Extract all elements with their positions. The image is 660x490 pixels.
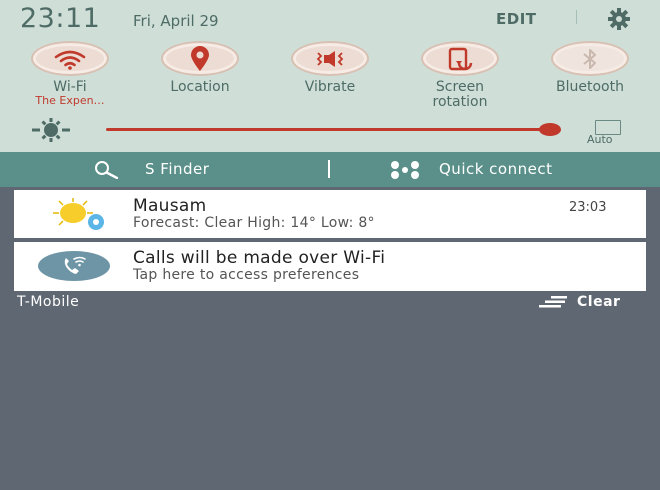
toggle-bluetooth[interactable]: Bluetooth (532, 41, 648, 95)
notification-text: Forecast: Clear High: 14° Low: 8° (133, 215, 375, 231)
weather-sun-icon (53, 198, 104, 230)
notification-text: Tap here to access preferences (133, 267, 360, 283)
clear-button[interactable]: Clear (537, 294, 620, 310)
status-date: Fri, April 29 (133, 12, 219, 30)
toggle-location-button[interactable] (161, 41, 239, 76)
notification-title: Calls will be made over Wi-Fi (133, 248, 386, 268)
toggle-location[interactable]: Location (142, 41, 258, 95)
toggle-wifi[interactable]: Wi-Fi The Expen… (12, 41, 128, 107)
toggle-wifi-label: Wi-Fi (53, 79, 87, 95)
clear-label: Clear (577, 294, 621, 310)
toggle-vibrate-label: Vibrate (304, 79, 356, 95)
toggle-vibrate-button[interactable] (291, 41, 369, 76)
search-bar: S Finder Quick connect (0, 152, 660, 187)
notification-time: 23:03 (569, 200, 607, 215)
clear-all-icon (539, 296, 567, 308)
status-time: 23:11 (20, 3, 101, 34)
gear-icon[interactable] (599, 7, 639, 31)
auto-brightness-label: Auto (587, 133, 613, 146)
notification-wifi-calling[interactable]: Calls will be made over Wi-Fi Tap here t… (14, 242, 646, 291)
brightness-slider[interactable] (106, 128, 550, 131)
vibrate-icon (316, 50, 344, 67)
search-bar-divider (328, 160, 330, 178)
screen-rotation-icon (448, 47, 473, 70)
toggle-wifi-button[interactable] (31, 41, 109, 76)
header-divider (576, 10, 577, 24)
bluetooth-icon (583, 48, 596, 69)
s-finder-button[interactable]: S Finder (145, 160, 209, 178)
toggle-screen-rotation-label: Screen rotation (432, 79, 488, 110)
wifi-calling-icon (38, 251, 110, 281)
notification-mausam[interactable]: Mausam Forecast: Clear High: 14° Low: 8°… (14, 190, 646, 238)
edit-button[interactable]: EDIT (496, 10, 537, 28)
quick-connect-button[interactable]: Quick connect (439, 160, 552, 178)
brightness-icon (32, 118, 70, 142)
notification-title: Mausam (133, 196, 207, 216)
toggle-wifi-network: The Expen… (35, 94, 105, 107)
toggle-bluetooth-button[interactable] (551, 41, 629, 76)
toggle-screen-rotation-button[interactable] (421, 41, 499, 76)
carrier-label: T-Mobile (17, 294, 80, 310)
quick-settings-panel: 23:11 Fri, April 29 EDIT Wi-Fi The Expen… (0, 0, 660, 152)
brightness-slider-thumb[interactable] (539, 123, 561, 136)
toggle-screen-rotation[interactable]: Screen rotation (402, 41, 518, 110)
toggle-bluetooth-label: Bluetooth (556, 79, 624, 95)
search-icon[interactable] (93, 161, 123, 179)
toggle-location-label: Location (170, 79, 230, 95)
quick-connect-icon[interactable] (385, 160, 425, 180)
location-pin-icon (191, 45, 209, 71)
toggle-vibrate[interactable]: Vibrate (272, 41, 388, 95)
wifi-icon (54, 50, 86, 70)
